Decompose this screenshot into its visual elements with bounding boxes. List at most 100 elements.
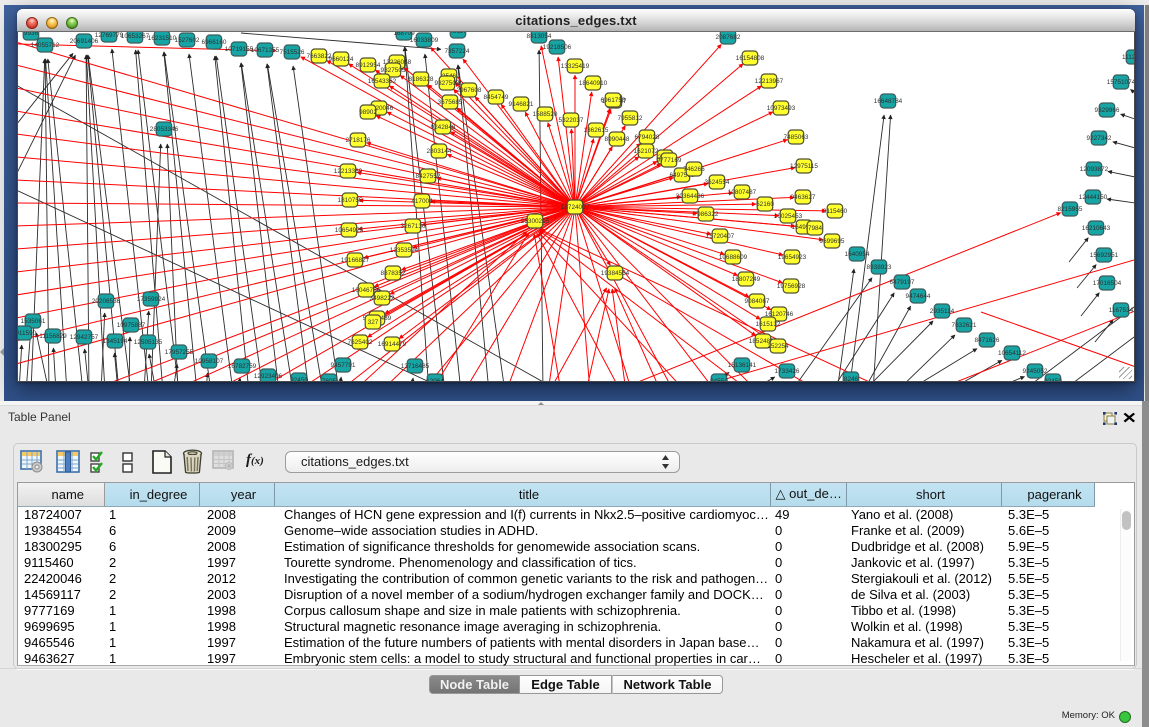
svg-text:417004: 417004 xyxy=(411,198,433,205)
svg-text:12942757: 12942757 xyxy=(70,334,99,341)
svg-text:12213369: 12213369 xyxy=(334,168,363,175)
svg-text:8215955: 8215955 xyxy=(1058,206,1083,213)
svg-text:98902: 98902 xyxy=(359,109,377,116)
svg-text:12213967: 12213967 xyxy=(755,78,784,85)
svg-text:2803144: 2803144 xyxy=(427,148,452,155)
svg-text:16543362: 16543362 xyxy=(368,78,397,85)
svg-text:8878352: 8878352 xyxy=(381,270,406,277)
svg-text:9699695: 9699695 xyxy=(820,238,845,245)
svg-text:8186328: 8186328 xyxy=(409,76,434,83)
svg-text:12975115: 12975115 xyxy=(790,163,818,170)
svg-text:3675685: 3675685 xyxy=(438,99,463,106)
svg-text:746266: 746266 xyxy=(683,166,705,173)
svg-text:10654925: 10654925 xyxy=(335,227,364,234)
svg-text:12923406: 12923406 xyxy=(254,373,283,380)
svg-text:13353594: 13353594 xyxy=(390,247,419,254)
svg-text:18807249: 18807249 xyxy=(732,276,761,283)
svg-text:7625402: 7625402 xyxy=(348,339,373,346)
svg-text:1362615: 1362615 xyxy=(584,127,609,134)
svg-text:19166827: 19166827 xyxy=(341,257,370,264)
svg-text:1733426: 1733426 xyxy=(775,368,800,375)
svg-text:16782759: 16782759 xyxy=(228,363,257,370)
svg-text:3267130: 3267130 xyxy=(401,223,426,230)
svg-text:10973493: 10973493 xyxy=(767,105,796,112)
svg-text:3911590: 3911590 xyxy=(18,330,37,337)
svg-text:1621072: 1621072 xyxy=(634,148,659,155)
svg-text:9245052: 9245052 xyxy=(1023,368,1048,375)
svg-text:12444150: 12444150 xyxy=(1079,194,1108,201)
svg-text:1535061: 1535061 xyxy=(21,318,46,325)
svg-text:327: 327 xyxy=(368,319,379,326)
svg-text:8813054: 8813054 xyxy=(527,33,552,40)
svg-text:9084067: 9084067 xyxy=(745,298,770,305)
svg-text:2718176: 2718176 xyxy=(346,137,371,144)
svg-text:10975887: 10975887 xyxy=(117,322,146,329)
svg-text:17359924: 17359924 xyxy=(137,296,166,303)
svg-text:10654112: 10654112 xyxy=(998,350,1026,357)
svg-text:9777169: 9777169 xyxy=(657,157,682,164)
svg-text:11156829: 11156829 xyxy=(39,333,67,340)
svg-text:16033809: 16033809 xyxy=(410,37,439,44)
svg-text:8938923: 8938923 xyxy=(867,264,892,271)
svg-text:9660124: 9660124 xyxy=(329,56,354,63)
svg-text:10958107: 10958107 xyxy=(195,358,224,365)
svg-text:92450: 92450 xyxy=(290,377,308,381)
svg-text:8990448: 8990448 xyxy=(605,136,630,143)
svg-text:8246: 8246 xyxy=(844,376,859,381)
svg-text:2087682: 2087682 xyxy=(716,34,741,41)
svg-text:19384554: 19384554 xyxy=(601,270,630,277)
svg-text:15136141: 15136141 xyxy=(728,362,757,369)
svg-text:10653267: 10653267 xyxy=(121,33,150,40)
svg-text:9115460: 9115460 xyxy=(823,208,848,215)
svg-text:1810755: 1810755 xyxy=(338,197,363,204)
svg-text:7515526: 7515526 xyxy=(280,49,305,56)
svg-text:13325419: 13325419 xyxy=(561,63,590,70)
svg-text:15692951: 15692951 xyxy=(1090,252,1119,259)
svg-text:94550: 94550 xyxy=(710,378,728,381)
svg-text:9474644: 9474644 xyxy=(906,293,931,300)
svg-text:12769779: 12769779 xyxy=(95,32,124,39)
svg-text:15720407: 15720407 xyxy=(706,233,735,240)
svg-text:5322037: 5322037 xyxy=(559,117,584,124)
svg-text:10807487: 10807487 xyxy=(728,189,757,196)
svg-text:28053346: 28053346 xyxy=(150,126,179,133)
svg-text:13716485: 13716485 xyxy=(401,363,430,370)
svg-text:8912954: 8912954 xyxy=(356,62,381,69)
svg-text:9463627: 9463627 xyxy=(791,194,816,201)
svg-text:16648784: 16648784 xyxy=(874,98,903,105)
svg-text:6479197: 6479197 xyxy=(890,279,915,286)
svg-text:3624554: 3624554 xyxy=(705,179,730,186)
svg-text:8427552: 8427552 xyxy=(416,173,441,180)
svg-text:19218506: 19218506 xyxy=(543,44,572,51)
svg-text:1527602: 1527602 xyxy=(175,37,200,44)
svg-text:10671355: 10671355 xyxy=(251,47,280,54)
svg-text:18724007: 18724007 xyxy=(561,204,590,211)
svg-text:19654923: 19654923 xyxy=(778,254,807,261)
svg-text:10688609: 10688609 xyxy=(719,254,748,261)
svg-text:62160: 62160 xyxy=(756,201,774,208)
svg-text:2967608: 2967608 xyxy=(457,87,482,94)
svg-text:9457791: 9457791 xyxy=(331,362,356,369)
svg-text:8471626: 8471626 xyxy=(975,337,1000,344)
svg-text:10046766: 10046766 xyxy=(352,287,381,294)
svg-text:20206536: 20206536 xyxy=(92,298,121,305)
svg-text:9327505: 9327505 xyxy=(381,67,406,74)
svg-text:16210643: 16210643 xyxy=(1082,225,1111,232)
svg-text:15751074: 15751074 xyxy=(1107,79,1135,86)
svg-text:7984: 7984 xyxy=(808,225,823,232)
svg-text:6961758: 6961758 xyxy=(601,97,626,104)
svg-text:1588520: 1588520 xyxy=(533,111,558,118)
svg-text:92450: 92450 xyxy=(1044,378,1062,381)
svg-text:14055712: 14055712 xyxy=(31,42,60,49)
svg-text:1167534: 1167534 xyxy=(1109,307,1134,314)
svg-text:7357224: 7357224 xyxy=(445,48,470,55)
svg-text:6794028: 6794028 xyxy=(635,134,660,141)
svg-text:10025453: 10025453 xyxy=(774,213,803,220)
svg-text:9327508: 9327508 xyxy=(435,80,460,87)
svg-text:17957255: 17957255 xyxy=(165,349,194,356)
svg-text:9146821: 9146821 xyxy=(509,101,534,108)
svg-text:8454749: 8454749 xyxy=(484,94,509,101)
svg-text:19756928: 19756928 xyxy=(777,283,806,290)
svg-text:10719155: 10719155 xyxy=(225,46,254,53)
svg-text:12505135: 12505135 xyxy=(134,339,163,346)
